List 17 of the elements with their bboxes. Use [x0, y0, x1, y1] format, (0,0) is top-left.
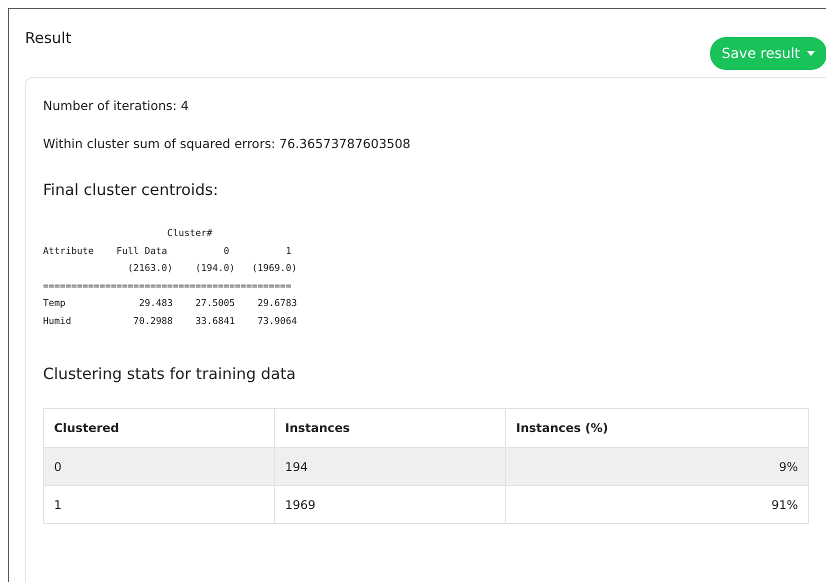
caret-icon	[807, 51, 815, 56]
table-cell: 91%	[506, 486, 808, 524]
column-header: Instances (%)	[506, 408, 808, 448]
section-title: Result	[25, 29, 72, 47]
summary-text: Number of iterations: 4	[43, 98, 190, 113]
save-result-button[interactable]: Save result	[710, 37, 826, 70]
centroids-output: Cluster# Attribute Full Data 0 1 (2163.0) (194.0) (1969.0) ============================================ Temp 29.483 27.5005 29.6783 Humid 70.2988 33.6841 73.9064	[43, 227, 297, 328]
table-cell: 1	[44, 486, 274, 524]
column-header: Clustered	[44, 408, 274, 448]
section-heading: Final cluster centroids:	[43, 181, 220, 199]
table-cell: 0	[44, 448, 274, 486]
table-cell: 1969	[274, 486, 506, 524]
summary-text: Within cluster sum of squared errors: 76.36573787603508	[43, 136, 412, 151]
table-cell: 194	[274, 448, 506, 486]
section-heading: Clustering stats for training data	[43, 365, 297, 383]
table-cell: 9%	[506, 448, 808, 486]
column-header: Instances	[274, 408, 506, 448]
